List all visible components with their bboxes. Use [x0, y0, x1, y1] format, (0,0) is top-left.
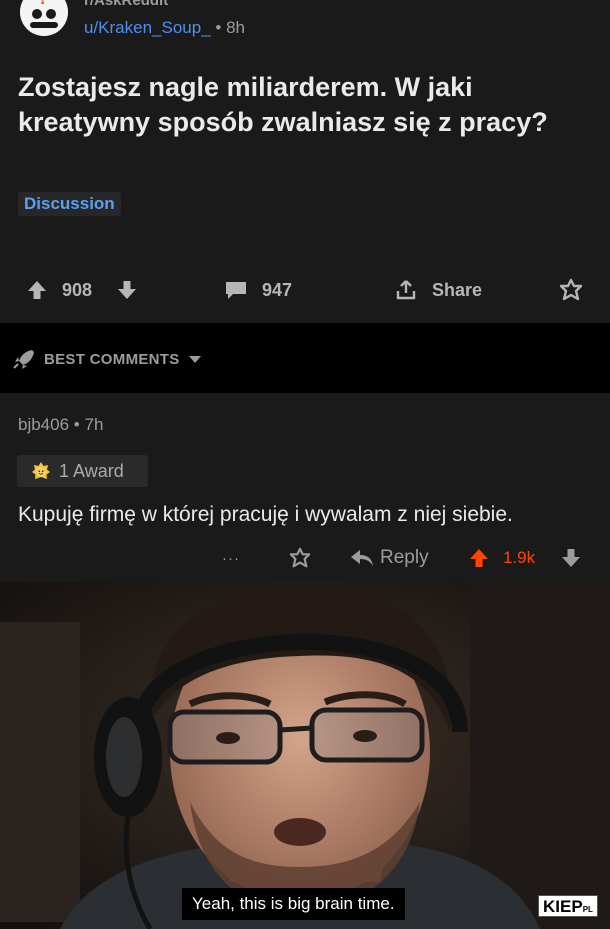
comment-score: 1.9k	[503, 548, 536, 567]
reply-button[interactable]: Reply	[350, 541, 429, 575]
post-action-bar: 908 947 Share	[0, 272, 610, 308]
sort-dropdown[interactable]: BEST COMMENTS	[12, 348, 202, 370]
comment-action-bar: ··· Reply 1.9k	[0, 541, 610, 575]
reply-label: Reply	[380, 547, 429, 568]
comments-button[interactable]: 947	[224, 272, 292, 308]
meme-subtitle: Yeah, this is big brain time.	[182, 888, 405, 920]
comment-sort-bar: BEST COMMENTS	[0, 323, 610, 393]
post-flair[interactable]: Discussion	[18, 192, 121, 216]
rocket-icon	[13, 350, 34, 369]
comment-bubble-icon	[226, 282, 246, 299]
comment-body: Kupuję firmę w której pracuję i wywalam …	[18, 503, 513, 526]
comment-author[interactable]: bjb406	[18, 415, 69, 434]
post-award-button[interactable]	[558, 272, 584, 308]
comment-separator: •	[73, 415, 80, 434]
downvote-button[interactable]	[116, 272, 138, 308]
svg-text:?: ?	[39, 0, 47, 8]
comment-count: 947	[262, 279, 293, 300]
chevron-down-icon	[188, 356, 201, 363]
award-label: 1 Award	[59, 460, 124, 481]
comment: bjb406 • 7h 1 Award Kupuję firmę w które…	[0, 393, 610, 582]
downvote-arrow-icon	[562, 549, 580, 567]
comment-downvote-button[interactable]	[560, 541, 582, 575]
share-label: Share	[432, 279, 483, 300]
share-icon	[396, 280, 416, 300]
post-author[interactable]: u/Kraken_Soup_	[84, 18, 211, 37]
award-badge[interactable]: 1 Award	[17, 455, 148, 487]
upvote-arrow-icon	[28, 281, 46, 299]
reply-arrow-icon	[351, 550, 373, 566]
comment-byline: bjb406 • 7h	[18, 415, 103, 435]
share-button[interactable]: Share	[394, 272, 482, 308]
subreddit-name[interactable]: r/AskReddit	[84, 0, 168, 9]
upvote-button[interactable]	[26, 272, 48, 308]
post-score: 908	[62, 279, 93, 300]
byline-separator: •	[215, 18, 222, 37]
watermark-suffix: PL	[582, 905, 593, 914]
post-byline: u/Kraken_Soup_ • 8h	[84, 18, 245, 38]
award-icon	[559, 278, 583, 301]
award-icon	[289, 547, 311, 568]
post-title[interactable]: Zostajesz nagle miliarderem. W jaki krea…	[18, 70, 578, 140]
snoo-question-icon: ?	[20, 0, 68, 36]
man-with-headphones-illustration	[0, 582, 610, 929]
comment-award-button[interactable]	[288, 541, 312, 575]
kiep-watermark: KIEPPL	[538, 895, 598, 917]
subreddit-avatar[interactable]: ?	[20, 0, 68, 36]
comment-upvote-button[interactable]	[468, 541, 490, 575]
more-options-button[interactable]: ···	[222, 541, 240, 575]
post-age: 8h	[226, 18, 245, 37]
watermark-text: KIEP	[543, 897, 583, 916]
meme-image: Yeah, this is big brain time. KIEPPL	[0, 582, 610, 929]
post-card: ? r/AskReddit u/Kraken_Soup_ • 8h Zostaj…	[0, 0, 610, 323]
sort-label: BEST COMMENTS	[44, 350, 180, 368]
downvote-arrow-icon	[118, 281, 136, 299]
comment-age: 7h	[84, 415, 104, 434]
upvote-arrow-icon	[470, 549, 488, 567]
wholesome-award-icon	[32, 462, 50, 479]
